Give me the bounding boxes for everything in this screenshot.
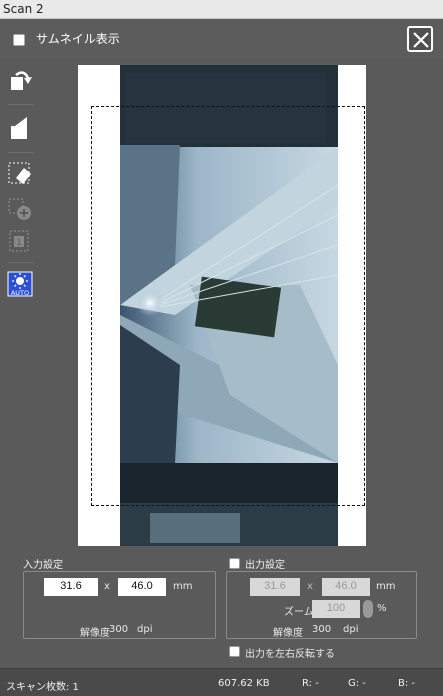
- frame-number-icon: 1: [9, 230, 29, 252]
- scan-area-selection[interactable]: [91, 106, 365, 506]
- input-x-label: x: [104, 581, 110, 592]
- close-button[interactable]: [407, 26, 433, 52]
- zoom-unit-label: %: [377, 603, 387, 614]
- settings-panel: 入力設定 31.6 x 46.0 mm 解像度 300 dpi 出力設定 31.…: [0, 552, 443, 667]
- auto-exposure-button[interactable]: AUTO: [6, 270, 34, 298]
- scan-count: スキャン枚数: 1: [6, 682, 79, 693]
- output-settings-checkbox[interactable]: [229, 558, 240, 569]
- rotate-icon: [11, 71, 32, 90]
- add-frame-icon: [8, 198, 31, 220]
- output-resolution-value: 300: [312, 624, 332, 635]
- input-resolution-unit: dpi: [137, 624, 153, 635]
- output-unit-label: mm: [376, 581, 396, 592]
- flip-icon: [11, 117, 27, 139]
- crop-eraser-button[interactable]: [6, 160, 34, 188]
- output-x-label: x: [307, 581, 313, 592]
- output-width-field[interactable]: 31.6: [250, 578, 300, 596]
- input-width-field[interactable]: 31.6: [44, 578, 98, 596]
- add-frame-button[interactable]: [6, 196, 34, 224]
- window-titlebar: Scan 2: [0, 0, 443, 19]
- zoom-stepper[interactable]: [363, 600, 373, 618]
- flip-output-checkbox[interactable]: [229, 646, 240, 657]
- status-bar: スキャン枚数: 1 607.62 KB R: - G: - B: -: [0, 668, 443, 696]
- green-value: G: -: [348, 678, 366, 689]
- file-size: 607.62 KB: [218, 678, 270, 689]
- input-resolution-value: 300: [109, 624, 129, 635]
- frame-number-text: 1: [16, 238, 22, 248]
- zoom-field[interactable]: 100: [312, 600, 360, 618]
- output-settings-group: 31.6 x 46.0 mm ズーム 100 % 解像度 300 dpi: [226, 571, 417, 639]
- auto-label: AUTO: [11, 289, 29, 297]
- thumbnail-checkbox[interactable]: [13, 34, 25, 46]
- frame-number-button[interactable]: 1: [6, 228, 34, 256]
- output-settings-label: 出力設定: [245, 560, 285, 571]
- output-height-field[interactable]: 46.0: [322, 578, 370, 596]
- input-unit-label: mm: [173, 581, 193, 592]
- left-toolbar: 1 AUTO: [0, 62, 40, 302]
- rotate-button[interactable]: [6, 66, 34, 94]
- flip-output-label: 出力を左右反転する: [245, 649, 335, 660]
- top-bar: サムネイル表示: [0, 19, 443, 59]
- blue-value: B: -: [398, 678, 416, 689]
- input-height-field[interactable]: 46.0: [118, 578, 166, 596]
- input-settings-group: 31.6 x 46.0 mm 解像度 300 dpi: [23, 571, 216, 639]
- red-value: R: -: [302, 678, 319, 689]
- zoom-label: ズーム: [284, 607, 314, 618]
- window-title: Scan 2: [3, 2, 44, 16]
- output-resolution-unit: dpi: [343, 624, 359, 635]
- input-settings-label: 入力設定: [23, 560, 63, 571]
- thumbnail-label: サムネイル表示: [36, 32, 120, 46]
- input-resolution-label: 解像度: [80, 628, 110, 639]
- eraser-icon: [8, 162, 31, 184]
- auto-exposure-icon: AUTO: [7, 271, 33, 297]
- output-resolution-label: 解像度: [273, 628, 303, 639]
- flip-button[interactable]: [6, 114, 34, 142]
- close-icon: [413, 32, 429, 48]
